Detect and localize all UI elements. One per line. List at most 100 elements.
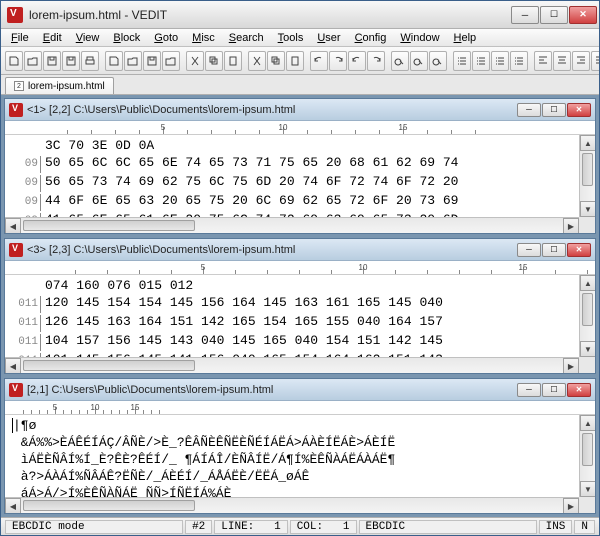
horizontal-scrollbar[interactable]: ◀▶ <box>5 357 579 373</box>
cut-button[interactable] <box>186 51 204 71</box>
pane-close-button[interactable]: ✕ <box>567 383 591 397</box>
menu-goto[interactable]: Goto <box>148 31 184 45</box>
paste-button[interactable] <box>224 51 242 71</box>
pane-titlebar[interactable]: <1> [2,2] C:\Users\Public\Documents\lore… <box>5 99 595 121</box>
pane-minimize-button[interactable]: ─ <box>517 103 541 117</box>
paste-button[interactable] <box>286 51 304 71</box>
scroll-corner <box>579 357 595 373</box>
menu-block[interactable]: Block <box>107 31 146 45</box>
undo-button[interactable] <box>348 51 366 71</box>
redo-button[interactable] <box>367 51 385 71</box>
center-button[interactable] <box>553 51 571 71</box>
scroll-thumb[interactable] <box>582 433 593 466</box>
minimize-button[interactable]: ─ <box>511 6 539 24</box>
scroll-thumb[interactable] <box>23 220 195 231</box>
horizontal-scrollbar[interactable]: ◀▶ <box>5 497 579 513</box>
pane-maximize-button[interactable]: ☐ <box>542 243 566 257</box>
menu-misc[interactable]: Misc <box>186 31 221 45</box>
document-tabs: 2 lorem-ipsum.html <box>1 75 599 95</box>
scroll-corner <box>579 217 595 233</box>
list-button[interactable] <box>453 51 471 71</box>
editor-area[interactable]: 3C 70 3E 0D 0A 0950 65 6C 6C 65 6E 74 65… <box>5 135 595 233</box>
close-button[interactable]: ✕ <box>569 6 597 24</box>
scroll-thumb[interactable] <box>582 293 593 326</box>
scroll-right-button[interactable]: ▶ <box>563 498 579 513</box>
scroll-thumb[interactable] <box>23 360 195 371</box>
open-button[interactable] <box>124 51 142 71</box>
vertical-scrollbar[interactable]: ▲▼ <box>579 135 595 217</box>
new-button[interactable] <box>105 51 123 71</box>
scroll-down-button[interactable]: ▼ <box>580 481 595 497</box>
cut-button[interactable] <box>248 51 266 71</box>
save-button[interactable] <box>143 51 161 71</box>
editor-pane: <3> [2,3] C:\Users\Public\Documents\lore… <box>4 238 596 374</box>
right-button[interactable] <box>572 51 590 71</box>
copy-button[interactable] <box>267 51 285 71</box>
pane-titlebar[interactable]: [2,1] C:\Users\Public\Documents\lorem-ip… <box>5 379 595 401</box>
menu-view[interactable]: View <box>70 31 106 45</box>
scroll-up-button[interactable]: ▲ <box>580 275 595 291</box>
document-tab[interactable]: 2 lorem-ipsum.html <box>5 77 114 94</box>
left-button[interactable] <box>534 51 552 71</box>
editor-pane: [2,1] C:\Users\Public\Documents\lorem-ip… <box>4 378 596 514</box>
status-buffer: #2 <box>185 520 212 534</box>
undo-button[interactable] <box>310 51 328 71</box>
statusbar: EBCDIC mode #2 LINE: 1 COL: 1 EBCDIC INS… <box>1 517 599 535</box>
save-button[interactable] <box>62 51 80 71</box>
pane-title-text: <1> [2,2] C:\Users\Public\Documents\lore… <box>27 104 513 116</box>
vertical-scrollbar[interactable]: ▲▼ <box>579 415 595 497</box>
menu-config[interactable]: Config <box>349 31 393 45</box>
pane-title-text: [2,1] C:\Users\Public\Documents\lorem-ip… <box>27 384 513 396</box>
menu-file[interactable]: File <box>5 31 35 45</box>
pane-minimize-button[interactable]: ─ <box>517 383 541 397</box>
new-button[interactable] <box>5 51 23 71</box>
scroll-right-button[interactable]: ▶ <box>563 218 579 233</box>
scroll-up-button[interactable]: ▲ <box>580 135 595 151</box>
scroll-left-button[interactable]: ◀ <box>5 358 21 373</box>
editor-area[interactable]: 074 160 076 015 012 011120 145 154 154 1… <box>5 275 595 373</box>
menu-search[interactable]: Search <box>223 31 270 45</box>
find-button[interactable] <box>429 51 447 71</box>
window-titlebar: lorem-ipsum.html - VEDIT ─ ☐ ✕ <box>1 1 599 29</box>
maximize-button[interactable]: ☐ <box>540 6 568 24</box>
menu-user[interactable]: User <box>311 31 346 45</box>
open-button[interactable] <box>24 51 42 71</box>
pane-minimize-button[interactable]: ─ <box>517 243 541 257</box>
copy-button[interactable] <box>205 51 223 71</box>
list-button[interactable] <box>472 51 490 71</box>
menu-help[interactable]: Help <box>448 31 483 45</box>
scroll-up-button[interactable]: ▲ <box>580 415 595 431</box>
pane-close-button[interactable]: ✕ <box>567 243 591 257</box>
horizontal-scrollbar[interactable]: ◀▶ <box>5 217 579 233</box>
scroll-thumb[interactable] <box>23 500 195 511</box>
pane-maximize-button[interactable]: ☐ <box>542 383 566 397</box>
scroll-down-button[interactable]: ▼ <box>580 341 595 357</box>
vertical-scrollbar[interactable]: ▲▼ <box>579 275 595 357</box>
find-button[interactable] <box>410 51 428 71</box>
print-button[interactable] <box>81 51 99 71</box>
save-button[interactable] <box>43 51 61 71</box>
menu-window[interactable]: Window <box>394 31 445 45</box>
pane-title-text: <3> [2,3] C:\Users\Public\Documents\lore… <box>27 244 513 256</box>
status-insert-mode: INS <box>539 520 573 534</box>
scroll-left-button[interactable]: ◀ <box>5 218 21 233</box>
menu-edit[interactable]: Edit <box>37 31 68 45</box>
pane-maximize-button[interactable]: ☐ <box>542 103 566 117</box>
editor-area[interactable]: |¶ø &Á%%>ÈÁÊÉÍÁÇ/ÂÑÈ/>È_?ÊÂÑÈÊÑËÈÑÉÍÁËÁ>… <box>5 415 595 513</box>
status-encoding: EBCDIC <box>359 520 537 534</box>
left-button[interactable] <box>591 51 599 71</box>
scroll-down-button[interactable]: ▼ <box>580 201 595 217</box>
list-button[interactable] <box>510 51 528 71</box>
scroll-thumb[interactable] <box>582 153 593 186</box>
menu-tools[interactable]: Tools <box>272 31 310 45</box>
scroll-right-button[interactable]: ▶ <box>563 358 579 373</box>
toolbar <box>1 47 599 75</box>
editor-pane: <1> [2,2] C:\Users\Public\Documents\lore… <box>4 98 596 234</box>
pane-titlebar[interactable]: <3> [2,3] C:\Users\Public\Documents\lore… <box>5 239 595 261</box>
scroll-left-button[interactable]: ◀ <box>5 498 21 513</box>
open-button[interactable] <box>162 51 180 71</box>
find-button[interactable] <box>391 51 409 71</box>
list-button[interactable] <box>491 51 509 71</box>
pane-close-button[interactable]: ✕ <box>567 103 591 117</box>
redo-button[interactable] <box>329 51 347 71</box>
